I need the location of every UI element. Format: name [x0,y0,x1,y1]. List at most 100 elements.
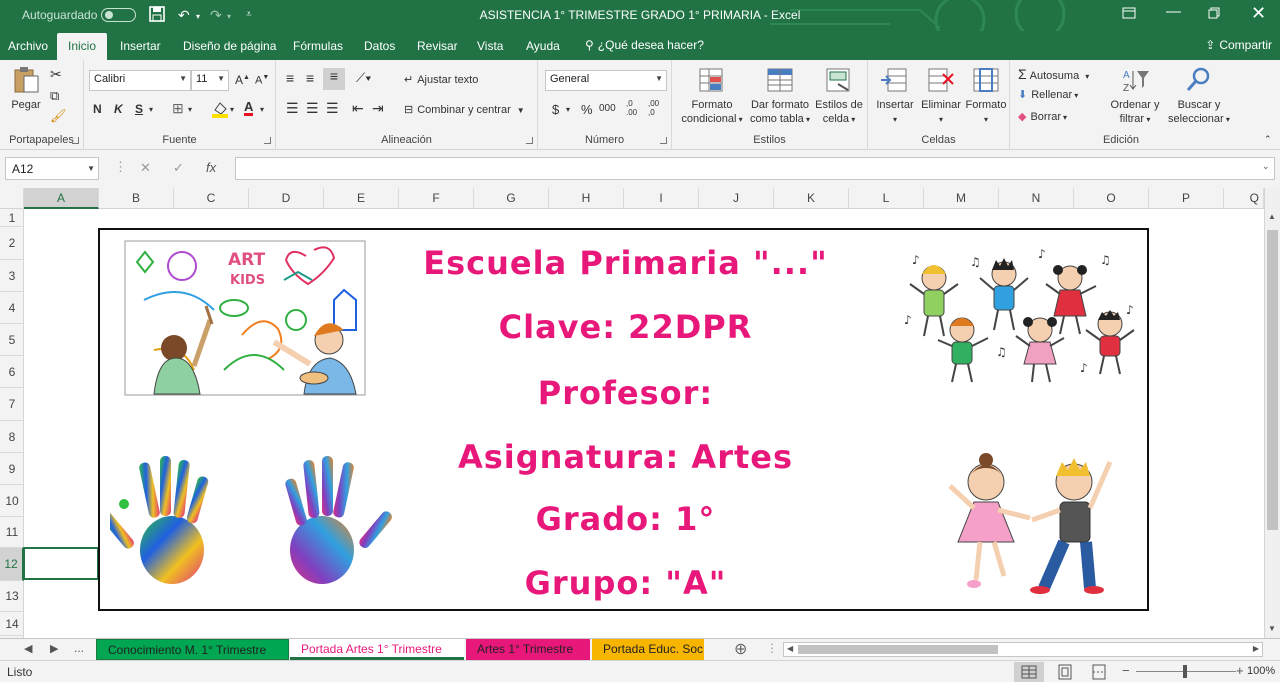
tab-diseno-pagina[interactable]: Diseño de página [183,39,276,53]
font-name-select[interactable]: Calibri ▼ [89,70,191,91]
font-color-dropdown-icon[interactable]: ▾ [260,105,264,114]
number-format-select[interactable]: General ▼ [545,70,667,91]
tab-inicio[interactable]: Inicio [57,33,108,60]
column-header-a[interactable]: A [24,188,99,209]
column-header-j[interactable]: J [699,188,774,209]
tab-archivo[interactable]: Archivo [8,39,48,53]
column-header-m[interactable]: M [924,188,999,209]
row-header-9[interactable]: 9 [0,453,24,485]
column-header-q[interactable]: Q [1224,188,1264,209]
conditional-format-button[interactable]: Formato condicional ▾ [677,66,747,127]
normal-view-button[interactable] [1014,662,1044,682]
fill-color-dropdown-icon[interactable]: ▾ [230,105,234,114]
row-header-8[interactable]: 8 [0,421,24,453]
tab-datos[interactable]: Datos [364,39,395,53]
sort-filter-button[interactable]: AZ Ordenar y filtrar ▾ [1104,66,1166,127]
minimize-icon[interactable]: — [1166,3,1181,20]
grow-font-icon[interactable]: A▲ [235,73,250,87]
alignment-launcher[interactable] [526,137,533,144]
currency-button[interactable]: $ [552,102,559,117]
currency-dropdown-icon[interactable]: ▾ [566,105,570,114]
cancel-entry-icon[interactable]: ✕ [140,160,151,176]
tab-ayuda[interactable]: Ayuda [526,39,560,53]
column-header-k[interactable]: K [774,188,849,209]
font-color-button[interactable]: A [244,100,254,116]
vertical-scroll-thumb[interactable] [1267,230,1278,530]
column-header-c[interactable]: C [174,188,249,209]
number-launcher[interactable] [660,137,667,144]
font-size-select[interactable]: 11 ▼ [191,70,229,91]
sheet-tab-portada-artes[interactable]: Portada Artes 1° Trimestre [290,639,464,660]
orientation-icon[interactable]: ⟋▾ [356,70,371,86]
format-cells-button[interactable]: Formato ▾ [964,66,1008,127]
row-header-7[interactable]: 7 [0,388,24,421]
sheet-tab-portada-educ[interactable]: Portada Educ. Soc [592,639,704,660]
scroll-right-icon[interactable]: ▶ [1253,644,1259,653]
cut-icon[interactable]: ✂ [50,66,62,83]
font-launcher[interactable] [264,137,271,144]
bold-button[interactable]: N [93,102,102,116]
align-left-icon[interactable]: ☰ [286,100,299,117]
format-as-table-button[interactable]: Dar formato como tabla ▾ [747,66,813,127]
tab-vista[interactable]: Vista [477,39,503,53]
row-header-11[interactable]: 11 [0,517,24,548]
column-header-n[interactable]: N [999,188,1074,209]
formula-bar-options-icon[interactable]: ⋮ [114,159,127,175]
merge-center-button[interactable]: ⊟ Combinar y centrar ▼ [404,103,525,116]
clipboard-launcher[interactable] [72,137,79,144]
align-right-icon[interactable]: ☰ [326,100,339,117]
more-sheets-button[interactable]: ... [74,641,84,655]
sheet-tab-artes[interactable]: Artes 1° Trimestre [466,639,590,660]
align-middle-icon[interactable]: ≡ [306,70,314,86]
row-header-2[interactable]: 2 [0,227,24,260]
tell-me-box[interactable]: ⚲ ¿Qué desea hacer? [585,38,704,52]
decrease-decimal-button[interactable]: ,00 ,0 [648,99,666,117]
align-center-icon[interactable]: ☰ [306,100,319,117]
row-header-6[interactable]: 6 [0,356,24,388]
close-icon[interactable]: ✕ [1251,3,1266,24]
percent-button[interactable]: % [581,102,593,117]
prev-sheet-icon[interactable]: ◀ [24,642,32,655]
sheet-tab-conocimiento[interactable]: Conocimiento M. 1° Trimestre [96,639,289,660]
cell-styles-button[interactable]: Estilos de celda ▾ [813,66,865,127]
column-header-l[interactable]: L [849,188,924,209]
copy-icon[interactable]: ⧉ [50,88,59,104]
fill-button[interactable]: ⬇ Rellenar ▾ [1018,88,1078,101]
row-header-13[interactable]: 13 [0,581,24,612]
column-header-p[interactable]: P [1149,188,1224,209]
column-header-e[interactable]: E [324,188,399,209]
column-header-f[interactable]: F [399,188,474,209]
row-header-3[interactable]: 3 [0,260,24,292]
zoom-level[interactable]: 100% [1247,665,1275,677]
row-header-5[interactable]: 5 [0,324,24,356]
scroll-up-icon[interactable]: ▲ [1268,212,1276,221]
active-cell-a12[interactable] [23,547,99,580]
delete-cells-button[interactable]: Eliminar ▾ [918,66,964,127]
paste-button[interactable]: Pegar [6,66,46,112]
select-all-corner[interactable] [0,188,24,209]
collapse-ribbon-icon[interactable]: ⌃ [1264,134,1272,145]
column-header-i[interactable]: I [624,188,699,209]
clear-button[interactable]: ◆ Borrar ▾ [1018,110,1067,123]
decrease-indent-icon[interactable]: ⇤ [352,100,364,117]
restore-icon[interactable] [1208,6,1220,23]
name-box[interactable]: A12 ▼ [5,157,99,180]
borders-dropdown-icon[interactable]: ▾ [188,105,192,114]
wrap-text-button[interactable]: ↵ Ajustar texto [404,73,478,86]
row-header-10[interactable]: 10 [0,485,24,517]
align-top-icon[interactable]: ≡ [286,70,294,86]
underline-dropdown-icon[interactable]: ▾ [149,105,153,114]
insert-function-button[interactable]: fx [206,160,216,175]
zoom-in-button[interactable]: + [1236,663,1244,678]
insert-cells-button[interactable]: Insertar ▾ [872,66,918,127]
next-sheet-icon[interactable]: ▶ [50,642,58,655]
row-header-14[interactable]: 14 [0,612,24,636]
horizontal-scrollbar[interactable]: ◀ ▶ [783,642,1263,657]
thousands-button[interactable]: 000 [599,103,616,114]
borders-icon[interactable]: ⊞ [172,100,184,117]
tab-splitter-icon[interactable]: ⋮ [766,641,778,655]
align-bottom-icon[interactable]: ≡ [323,68,345,90]
confirm-entry-icon[interactable]: ✓ [173,160,184,176]
italic-button[interactable]: K [114,102,123,116]
row-header-4[interactable]: 4 [0,292,24,324]
